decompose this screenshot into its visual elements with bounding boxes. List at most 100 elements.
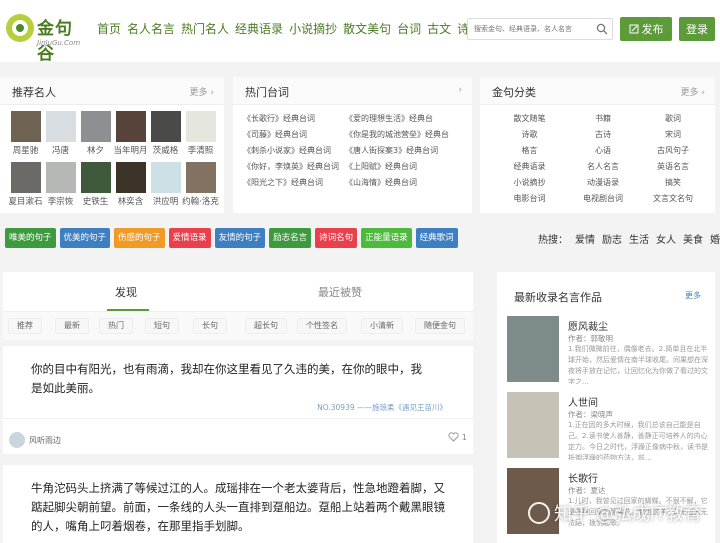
like-button[interactable]: 1 xyxy=(448,432,467,442)
category-link[interactable]: 诗歌 xyxy=(492,129,567,140)
category-link[interactable]: 格言 xyxy=(492,145,567,156)
category-link[interactable]: 文言文名句 xyxy=(639,193,707,204)
filter-chip[interactable]: 长句 xyxy=(193,318,227,334)
category-link[interactable]: 动漫语录 xyxy=(567,177,639,188)
filter-chip[interactable]: 个性签名 xyxy=(297,318,347,334)
category-link[interactable]: 心语 xyxy=(567,145,639,156)
celebrity-item[interactable]: 李清照 xyxy=(183,111,218,156)
nav-celebrity-quotes[interactable]: 名人名言 xyxy=(127,20,175,37)
category-link[interactable]: 名人名言 xyxy=(567,161,639,172)
category-link[interactable]: 书籍 xyxy=(567,113,639,124)
celebrity-item[interactable]: 林夕 xyxy=(78,111,113,156)
category-link[interactable]: 散文随笔 xyxy=(492,113,567,124)
filter-chip[interactable]: 推荐 xyxy=(8,318,42,334)
hot-line-link[interactable]: 《阳光之下》经典台词 xyxy=(243,177,341,188)
nav-hot-celebrities[interactable]: 热门名人 xyxy=(181,20,229,37)
hot-search-item[interactable]: 婚姻 xyxy=(710,231,720,246)
hot-search-item[interactable]: 女人 xyxy=(656,231,676,246)
hot-line-link[interactable]: 《司藤》经典台词 xyxy=(243,129,341,140)
tag-button[interactable]: 爱情语录 xyxy=(168,228,211,248)
celebrity-name: 当年明月 xyxy=(113,146,148,156)
tag-button[interactable]: 励志名言 xyxy=(269,228,312,248)
avatar xyxy=(9,432,25,448)
hot-line-link[interactable]: 《上阳赋》经典台词 xyxy=(345,161,463,172)
celebrity-item[interactable]: 冯唐 xyxy=(43,111,78,156)
celebrity-item[interactable]: 史铁生 xyxy=(78,162,113,207)
filter-chip[interactable]: 随便金句 xyxy=(415,318,465,334)
celebrity-item[interactable]: 当年明月 xyxy=(113,111,148,156)
category-link[interactable]: 电影台词 xyxy=(492,193,567,204)
tag-button[interactable]: 正能量语录 xyxy=(361,228,412,248)
category-link[interactable]: 英语名言 xyxy=(639,161,707,172)
hot-lines-list: 《长歌行》经典台词 《爱的理想生活》经典台 《司藤》经典台词 《你是我的城池营垒》经典… xyxy=(243,113,465,188)
tab-recently-liked[interactable]: 最近被赞 xyxy=(318,284,362,300)
celebrity-item[interactable]: 周星驰 xyxy=(8,111,43,156)
book-item[interactable]: 人世间 作者：梁晓声 1.正在因的多大时候，我们总该自己能是自己。2.读书使人善静，… xyxy=(507,392,708,462)
hot-line-link[interactable]: 《你是我的城池营垒》经典台 xyxy=(345,129,463,140)
filter-chip[interactable]: 小清新 xyxy=(361,318,403,334)
category-link[interactable]: 歌词 xyxy=(639,113,707,124)
celebrity-item[interactable]: 茨威格 xyxy=(148,111,183,156)
book-item[interactable]: 愿风裁尘 作者：郭敬明 1.我们微微前往，偶像老去。2.简单且在北半球开始，然后爱情… xyxy=(507,316,708,386)
edit-icon xyxy=(629,24,638,34)
hot-line-link[interactable]: 《你好，李焕英》经典台词 xyxy=(243,161,341,172)
hot-line-link[interactable]: 《山海情》经典台词 xyxy=(345,177,463,188)
search-icon[interactable] xyxy=(596,23,608,35)
hot-line-link[interactable]: 《唐人街探案3》经典台词 xyxy=(345,145,463,156)
nav-classic-quotes[interactable]: 经典语录 xyxy=(235,20,283,37)
book-author: 作者：梁晓声 xyxy=(568,410,613,419)
panel-title: 推荐名人 xyxy=(12,86,56,99)
nav-prose[interactable]: 散文美句 xyxy=(343,20,391,37)
hot-line-link[interactable]: 《长歌行》经典台词 xyxy=(243,113,341,124)
celebrity-photo xyxy=(150,162,181,193)
category-link[interactable]: 小说摘抄 xyxy=(492,177,567,188)
hot-search-item[interactable]: 生活 xyxy=(629,231,649,246)
category-link[interactable]: 搞笑 xyxy=(639,177,707,188)
filter-chip[interactable]: 超长句 xyxy=(245,318,287,334)
celebrity-photo xyxy=(115,162,146,193)
chevron-right-icon[interactable]: › xyxy=(458,85,462,95)
categories-panel: 金句分类 更多 › 散文随笔 书籍 歌词 诗歌 古诗 宋词 格言 心语 古风句子 经典语录 名人名言… xyxy=(480,77,715,213)
more-link[interactable]: 更多 › xyxy=(190,85,215,98)
tag-button[interactable]: 伤感的句子 xyxy=(114,228,165,248)
celebrity-photo xyxy=(150,111,181,142)
quote-post: 牛角沱码头上挤满了等候过江的人。成瑶排在一个老太婆背后，性急地蹬着脚，又踮起脚尖… xyxy=(3,465,473,543)
more-link[interactable]: 更多 › xyxy=(681,85,706,98)
celebrity-item[interactable]: 夏目漱石 xyxy=(8,162,43,207)
filter-chip[interactable]: 热门 xyxy=(99,318,133,334)
category-link[interactable]: 古诗 xyxy=(567,129,639,140)
publish-button[interactable]: 发布 xyxy=(620,17,672,41)
filter-chip[interactable]: 短句 xyxy=(145,318,179,334)
tag-button[interactable]: 诗词名句 xyxy=(315,228,358,248)
celebrity-item[interactable]: 约翰·洛克 xyxy=(182,162,219,207)
login-button[interactable]: 登录 xyxy=(679,17,715,41)
site-logo[interactable]: 金句谷 JinJuGu.Com xyxy=(6,12,88,64)
post-author[interactable]: 风听雨边 xyxy=(9,432,61,448)
category-link[interactable]: 宋词 xyxy=(639,129,707,140)
tag-button[interactable]: 唯美的句子 xyxy=(5,228,56,248)
filter-chip[interactable]: 最新 xyxy=(55,318,89,334)
celebrity-item[interactable]: 李宗恢 xyxy=(43,162,78,207)
post-source[interactable]: NO.30939 ——施琅柔《遇见王苗川》 xyxy=(317,402,447,413)
category-link[interactable]: 电视剧台词 xyxy=(567,193,639,204)
nav-lines[interactable]: 台词 xyxy=(397,20,421,37)
search-input[interactable] xyxy=(468,19,588,39)
more-link[interactable]: 更多 xyxy=(685,290,701,301)
book-title: 愿风裁尘 xyxy=(568,322,608,333)
hot-line-link[interactable]: 《刺杀小说家》经典台词 xyxy=(243,145,341,156)
celebrity-item[interactable]: 洪应明 xyxy=(148,162,183,207)
category-link[interactable]: 古风句子 xyxy=(639,145,707,156)
hot-search-item[interactable]: 美食 xyxy=(683,231,703,246)
tag-button[interactable]: 经典歌词 xyxy=(415,228,458,248)
tab-discover[interactable]: 发现 xyxy=(115,284,137,300)
hot-line-link[interactable]: 《爱的理想生活》经典台 xyxy=(345,113,463,124)
nav-novel-excerpts[interactable]: 小说摘抄 xyxy=(289,20,337,37)
nav-classical-chinese[interactable]: 古文 xyxy=(427,20,451,37)
hot-search-item[interactable]: 爱情 xyxy=(575,231,595,246)
category-link[interactable]: 经典语录 xyxy=(492,161,567,172)
hot-search-item[interactable]: 励志 xyxy=(602,231,622,246)
celebrity-item[interactable]: 林奕含 xyxy=(113,162,148,207)
nav-home[interactable]: 首页 xyxy=(97,20,121,37)
tag-button[interactable]: 优美的句子 xyxy=(59,228,111,248)
tag-button[interactable]: 友情的句子 xyxy=(214,228,266,248)
